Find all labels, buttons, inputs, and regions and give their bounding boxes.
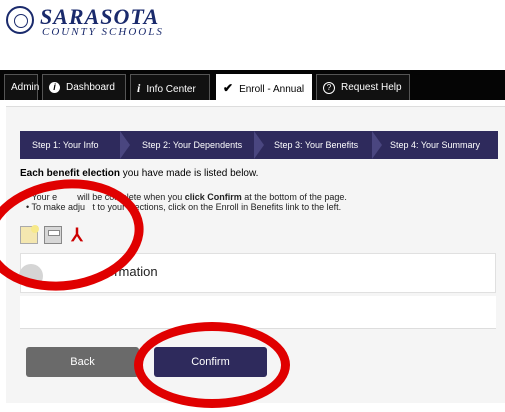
- information-section: ormation: [19, 253, 496, 293]
- checkmark-icon: ✔: [223, 81, 234, 95]
- note-line-1: • Your e will be complete when you click…: [26, 192, 347, 202]
- step-separator: [372, 131, 382, 159]
- tab-request-help-label: Request Help: [341, 82, 402, 93]
- info-circle-icon: i: [49, 82, 60, 93]
- district-logo: SARASOTA COUNTY SCHOOLS: [6, 4, 206, 44]
- note-1-part-a: • Your e: [26, 192, 58, 202]
- tab-dashboard[interactable]: i Dashboard: [42, 74, 126, 100]
- enrollment-steps: Step 1: Your Info Step 2: Your Dependent…: [20, 131, 498, 159]
- question-circle-icon: ?: [323, 82, 335, 94]
- email-icon[interactable]: [20, 225, 39, 244]
- logo-name-bottom: COUNTY SCHOOLS: [42, 26, 164, 38]
- note-line-2: • To make adju t to your elections, clic…: [26, 202, 347, 212]
- top-navbar: Admin i Dashboard i Info Center ✔ Enroll - …: [0, 70, 505, 100]
- note-1-part-c: at the bottom of the page.: [241, 192, 347, 202]
- tab-info-center-label: Info Center: [146, 84, 196, 95]
- tab-enroll-annual[interactable]: ✔ Enroll - Annual: [216, 74, 312, 100]
- intro-bold: Each benefit election: [20, 168, 121, 179]
- instruction-notes: • Your e will be complete when you click…: [26, 192, 347, 212]
- tab-admin[interactable]: Admin: [4, 74, 40, 100]
- note-1-part-b: will be complete when you: [77, 192, 185, 202]
- tab-admin-label: Admin: [11, 82, 40, 93]
- pdf-icon[interactable]: ⅄: [68, 226, 86, 244]
- confirm-button[interactable]: Confirm: [154, 347, 267, 377]
- note-1-bold: click Confirm: [184, 192, 242, 202]
- tab-enroll-annual-label: Enroll - Annual: [239, 84, 305, 95]
- back-button[interactable]: Back: [26, 347, 139, 377]
- section-body: [20, 296, 496, 329]
- section-title: ormation: [107, 264, 158, 279]
- intro-rest: you have made is listed below.: [120, 168, 259, 179]
- step-your-info[interactable]: Step 1: Your Info: [32, 131, 99, 159]
- step-separator: [254, 131, 264, 159]
- step-your-benefits[interactable]: Step 3: Your Benefits: [274, 131, 358, 159]
- tab-request-help[interactable]: ? Request Help: [316, 74, 410, 100]
- print-icon[interactable]: [44, 226, 62, 244]
- school-seal-icon: [6, 6, 34, 34]
- step-separator: [120, 131, 130, 159]
- action-icons: ⅄: [20, 225, 100, 246]
- tab-dashboard-label: Dashboard: [66, 82, 115, 93]
- intro-text: Each benefit election you have made is l…: [20, 168, 258, 179]
- note-2-part-a: • To make adju: [26, 202, 86, 212]
- tab-info-center[interactable]: i Info Center: [130, 74, 210, 100]
- step-your-dependents[interactable]: Step 2: Your Dependents: [142, 131, 242, 159]
- section-bubble-icon: [19, 264, 43, 288]
- step-your-summary[interactable]: Step 4: Your Summary: [390, 131, 480, 159]
- note-2-part-b: t to your elections, click on the Enroll…: [92, 202, 342, 212]
- info-italic-icon: i: [137, 81, 141, 95]
